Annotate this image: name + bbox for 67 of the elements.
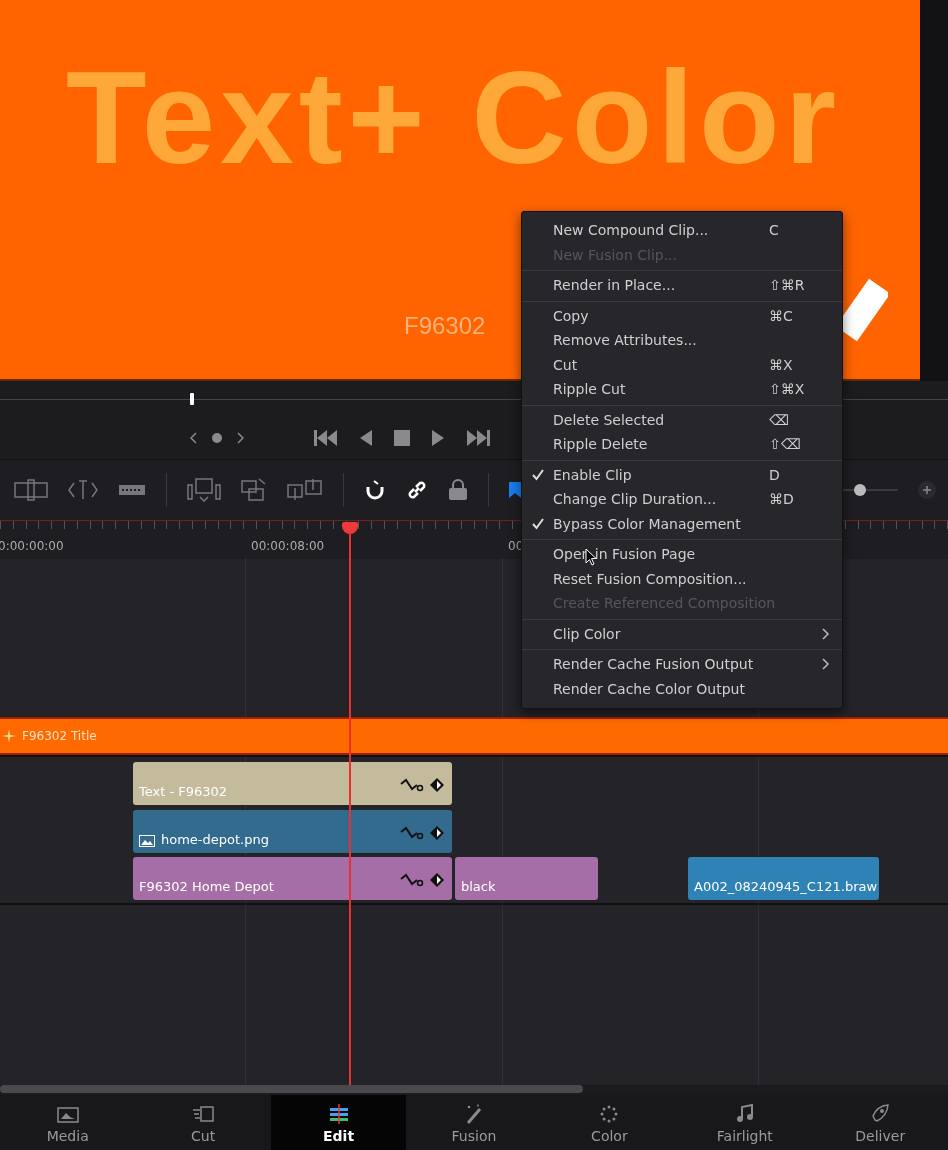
curve-icon[interactable] [400, 778, 424, 792]
scrubber-handle[interactable] [190, 393, 194, 405]
replace-clip-icon[interactable] [287, 478, 323, 502]
menu-item[interactable]: Change Clip Duration... ⌘D [522, 487, 842, 512]
menu-item[interactable]: Cut ⌘X [522, 352, 842, 377]
menu-item[interactable]: Ripple Delete ⇧⌫ [522, 432, 842, 457]
clip-label: F96302 Title [22, 729, 97, 743]
clip-label: home-depot.png [161, 832, 269, 847]
chevron-right-icon [822, 658, 830, 671]
title-text: Text+ Color [66, 52, 841, 184]
menu-item[interactable]: Render Cache Fusion Output [522, 652, 842, 677]
page-tab[interactable]: Media [0, 1095, 136, 1150]
timeline-clip[interactable]: A002_08240945_C121.braw [688, 857, 879, 900]
sparkle-icon [2, 729, 16, 743]
page-tab[interactable]: Edit [270, 1095, 407, 1150]
clip-label: A002_08240945_C121.braw [694, 879, 878, 894]
play-icon[interactable] [432, 430, 444, 446]
jump-end-icon[interactable] [466, 429, 490, 447]
keyframe-icon[interactable] [430, 873, 444, 887]
menu-item[interactable]: Render Cache Color Output [522, 676, 842, 701]
menu-item[interactable]: Bypass Color Management [522, 511, 842, 536]
menu-item[interactable]: Render in Place... ⇧⌘R [522, 273, 842, 298]
playhead-handle[interactable] [342, 522, 358, 534]
jump-start-icon[interactable] [314, 429, 338, 447]
trim-icon[interactable] [14, 479, 48, 501]
clip-label: F96302 Home Depot [139, 879, 274, 894]
page-tab[interactable]: Deliver [812, 1095, 948, 1150]
menu-item[interactable]: Copy ⌘C [522, 303, 842, 328]
image-icon [139, 835, 155, 847]
menu-item[interactable]: Delete Selected ⌫ [522, 407, 842, 432]
menu-item[interactable]: Enable Clip D [522, 462, 842, 487]
menu-item[interactable]: Clip Color [522, 621, 842, 646]
keyframe-icon[interactable] [430, 778, 444, 792]
curve-icon[interactable] [400, 873, 424, 887]
timeline-clip[interactable]: home-depot.png [133, 810, 452, 853]
play-reverse-icon[interactable] [360, 430, 372, 446]
link-icon[interactable] [406, 479, 428, 501]
caption-text: F96302 [404, 312, 486, 340]
page-tab[interactable]: Fairlight [677, 1095, 813, 1150]
menu-item[interactable]: Remove Attributes... [522, 328, 842, 353]
razor-icon[interactable] [118, 482, 146, 498]
cut-icon [192, 1103, 215, 1124]
chevron-right-icon [822, 627, 830, 640]
overwrite-clip-icon[interactable] [241, 478, 267, 502]
timeline-clip[interactable]: black [455, 857, 598, 900]
clip-label: black [461, 879, 496, 894]
checkmark-icon [531, 517, 544, 530]
menu-item[interactable]: New Compound Clip... C [522, 218, 842, 243]
checkmark-icon [531, 468, 544, 481]
insert-clip-icon[interactable] [187, 478, 221, 502]
clip-label: Text - F96302 [139, 784, 228, 799]
timeline-clip[interactable]: F96302 Home Depot [133, 857, 452, 900]
magnet-icon[interactable] [364, 479, 386, 501]
scrollbar-thumb[interactable] [0, 1085, 583, 1093]
menu-item[interactable]: Ripple Cut ⇧⌘X [522, 377, 842, 402]
lock-icon[interactable] [448, 479, 468, 501]
page-tab[interactable]: Cut [135, 1095, 271, 1150]
page-tab[interactable]: Color [541, 1095, 678, 1150]
page-tab[interactable]: Fusion [406, 1095, 542, 1150]
rocket-icon [869, 1103, 892, 1124]
keyframe-icon[interactable] [430, 826, 444, 840]
zoom-in-icon[interactable] [918, 481, 936, 499]
timecode: 00:00:08:00 [251, 539, 325, 553]
blade-edit-icon[interactable] [68, 479, 98, 501]
edit-icon [327, 1103, 350, 1124]
marker-nav-icon[interactable] [190, 431, 244, 445]
menu-item[interactable]: Reset Fusion Composition... [522, 566, 842, 591]
